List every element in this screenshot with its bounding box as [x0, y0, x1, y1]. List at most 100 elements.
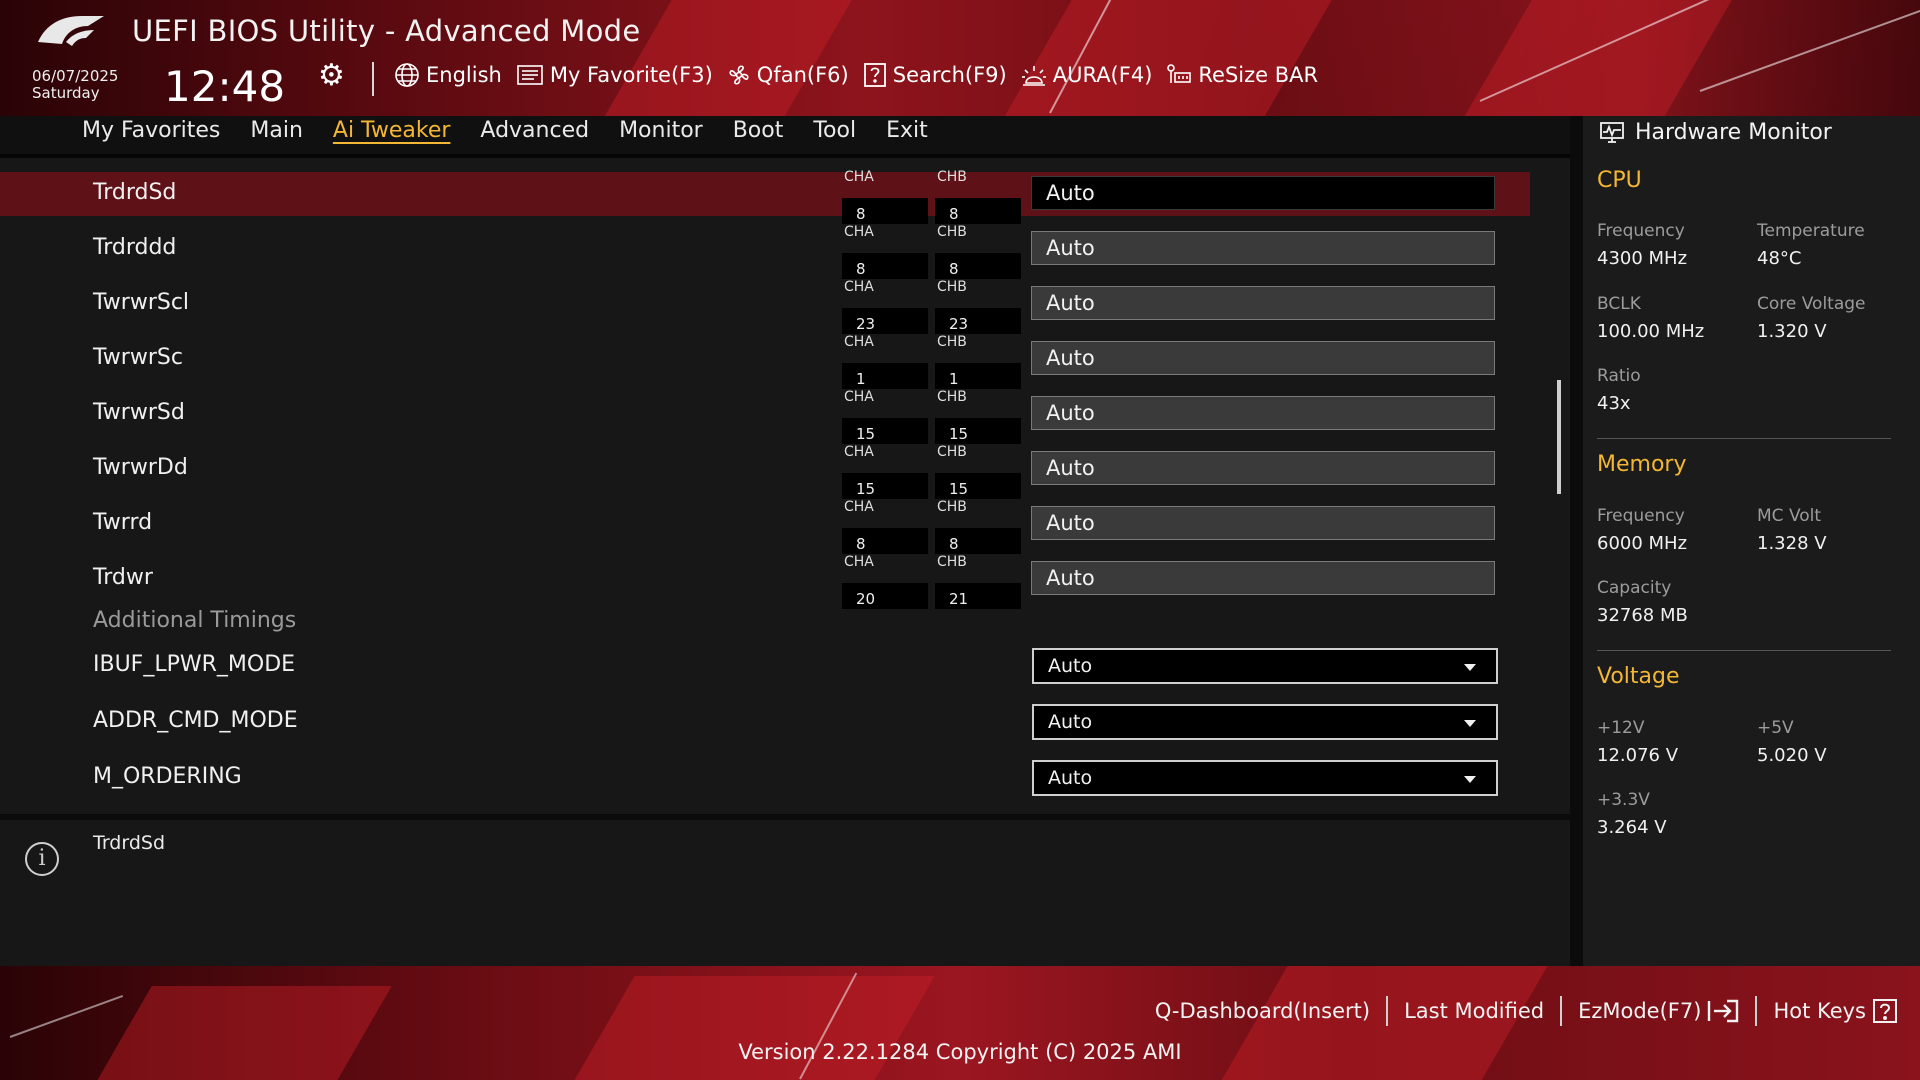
scrollbar-thumb[interactable]: [1557, 380, 1561, 494]
help-text: TrdrdSd: [93, 832, 166, 854]
section-header-additional-timings: Additional Timings: [93, 608, 297, 633]
memory-section-title: Memory: [1597, 452, 1687, 477]
hardware-monitor-header: Hardware Monitor: [1599, 120, 1832, 145]
chb-label: CHB: [937, 389, 967, 405]
cha-value: 8: [842, 253, 928, 279]
chb-label: CHB: [937, 334, 967, 350]
ratio-value: 43x: [1597, 393, 1631, 414]
setting-value-field[interactable]: Auto: [1031, 231, 1495, 265]
tab-main[interactable]: Main: [235, 116, 318, 146]
setting-label: Trdrddd: [93, 235, 177, 260]
cpu-frequency-label: Frequency: [1597, 221, 1685, 241]
tab-my-favorites[interactable]: My Favorites: [82, 116, 235, 146]
cha-label: CHA: [844, 554, 874, 570]
day-text: Saturday: [32, 84, 100, 102]
ibuf-lpwr-mode-select[interactable]: Auto: [1032, 648, 1498, 684]
capacity-value: 32768 MB: [1597, 605, 1688, 626]
core-voltage-value: 1.320 V: [1757, 321, 1827, 342]
setting-label: Trdwr: [93, 565, 153, 590]
last-modified-label: Last Modified: [1404, 999, 1545, 1023]
language-label: English: [426, 63, 502, 87]
dropdown-caret-icon: [1464, 664, 1476, 671]
cha-value: 8: [842, 528, 928, 554]
cha-label: CHA: [844, 169, 874, 185]
chb-value: 8: [935, 253, 1021, 279]
tab-exit[interactable]: Exit: [871, 116, 943, 146]
tab-advanced[interactable]: Advanced: [465, 116, 604, 146]
chb-label: CHB: [937, 554, 967, 570]
cha-value: 15: [842, 473, 928, 499]
resize-bar-button[interactable]: ReSize BAR: [1166, 63, 1318, 87]
bclk-value: 100.00 MHz: [1597, 321, 1705, 342]
qfan-button[interactable]: Qfan(F6): [727, 63, 849, 87]
timing-row-twrrd[interactable]: Twrrd CHA 8 CHB 8 Auto: [0, 499, 1530, 554]
chb-value: 8: [935, 528, 1021, 554]
resize-bar-icon: [1167, 64, 1192, 83]
capacity-label: Capacity: [1597, 578, 1672, 598]
cpu-temperature-value: 48°C: [1757, 248, 1802, 269]
main-tabs: My Favorites Main Ai Tweaker Advanced Mo…: [82, 116, 943, 146]
cha-value: 1: [842, 363, 928, 389]
setting-value-field[interactable]: Auto: [1031, 286, 1495, 320]
cha-value: 20: [842, 583, 928, 609]
search-label: Search(F9): [892, 63, 1007, 87]
timing-row-twrwrdd[interactable]: TwrwrDd CHA 15 CHB 15 Auto: [0, 444, 1530, 499]
setting-label: ADDR_CMD_MODE: [93, 708, 298, 733]
chb-value: 15: [935, 473, 1021, 499]
setting-row-addr-cmd-mode[interactable]: ADDR_CMD_MODE Auto: [0, 704, 1530, 748]
my-favorite-button[interactable]: My Favorite(F3): [516, 63, 713, 87]
cha-label: CHA: [844, 334, 874, 350]
q-dashboard-button[interactable]: Q-Dashboard(Insert): [1139, 999, 1386, 1023]
setting-value-field[interactable]: Auto: [1031, 341, 1495, 375]
setting-label: M_ORDERING: [93, 764, 242, 789]
setting-value-field[interactable]: Auto: [1031, 396, 1495, 430]
tab-tool[interactable]: Tool: [798, 116, 871, 146]
select-value: Auto: [1048, 655, 1093, 677]
chb-label: CHB: [937, 444, 967, 460]
toolbar: English My Favorite(F3) Qfan(F6) Search(…: [394, 62, 1318, 88]
fan-icon: [729, 65, 749, 85]
exit-arrow-icon: [1708, 999, 1739, 1023]
voltage-section-title: Voltage: [1597, 664, 1680, 689]
timing-row-twrwrsd[interactable]: TwrwrSd CHA 15 CHB 15 Auto: [0, 389, 1530, 444]
help-panel: i TrdrdSd: [0, 820, 1570, 966]
timing-row-trdrddd[interactable]: Trdrddd CHA 8 CHB 8 Auto: [0, 224, 1530, 279]
section-divider: [1597, 438, 1891, 439]
timing-row-trdrdsd[interactable]: TrdrdSd CHA 8 CHB 8 Auto: [0, 169, 1530, 224]
cha-label: CHA: [844, 389, 874, 405]
select-value: Auto: [1048, 767, 1093, 789]
setting-row-ibuf-lpwr-mode[interactable]: IBUF_LPWR_MODE Auto: [0, 648, 1530, 692]
tab-boot[interactable]: Boot: [718, 116, 799, 146]
setting-value-field[interactable]: Auto: [1031, 506, 1495, 540]
chb-label: CHB: [937, 169, 967, 185]
setting-value-field[interactable]: Auto: [1031, 451, 1495, 485]
help-question-icon: [1873, 999, 1897, 1023]
last-modified-button[interactable]: Last Modified: [1388, 999, 1560, 1023]
my-favorite-label: My Favorite(F3): [549, 63, 713, 87]
tab-ai-tweaker[interactable]: Ai Tweaker: [318, 116, 466, 146]
cha-label: CHA: [844, 444, 874, 460]
addr-cmd-mode-select[interactable]: Auto: [1032, 704, 1498, 740]
m-ordering-select[interactable]: Auto: [1032, 760, 1498, 796]
setting-value-field[interactable]: Auto: [1031, 176, 1495, 210]
header-decoration: [1450, 0, 1750, 116]
timing-row-twrwrscl[interactable]: TwrwrScl CHA 23 CHB 23 Auto: [0, 279, 1530, 334]
setting-value-field[interactable]: Auto: [1031, 561, 1495, 595]
hot-keys-button[interactable]: Hot Keys: [1757, 998, 1898, 1024]
tab-monitor[interactable]: Monitor: [604, 116, 718, 146]
setting-label: Twrrd: [93, 510, 153, 535]
footer-decoration: [565, 976, 935, 1080]
timing-row-trdwr[interactable]: Trdwr CHA 20 CHB 21 Auto: [0, 554, 1530, 609]
aura-button[interactable]: AURA(F4): [1021, 63, 1152, 87]
hardware-monitor-panel: Hardware Monitor CPU Frequency 4300 MHz …: [1583, 116, 1920, 966]
search-button[interactable]: Search(F9): [863, 62, 1007, 88]
language-button[interactable]: English: [394, 62, 502, 88]
bottom-footer: Q-Dashboard(Insert) Last Modified EzMode…: [0, 966, 1920, 1080]
timing-row-twrwrsc[interactable]: TwrwrSc CHA 1 CHB 1 Auto: [0, 334, 1530, 389]
rog-logo-icon: [38, 16, 104, 46]
cha-label: CHA: [844, 499, 874, 515]
ezmode-button[interactable]: EzMode(F7): [1562, 998, 1755, 1024]
setting-row-m-ordering[interactable]: M_ORDERING Auto: [0, 760, 1530, 804]
gear-icon[interactable]: ⚙: [318, 58, 345, 93]
favorite-list-icon: [517, 65, 543, 85]
